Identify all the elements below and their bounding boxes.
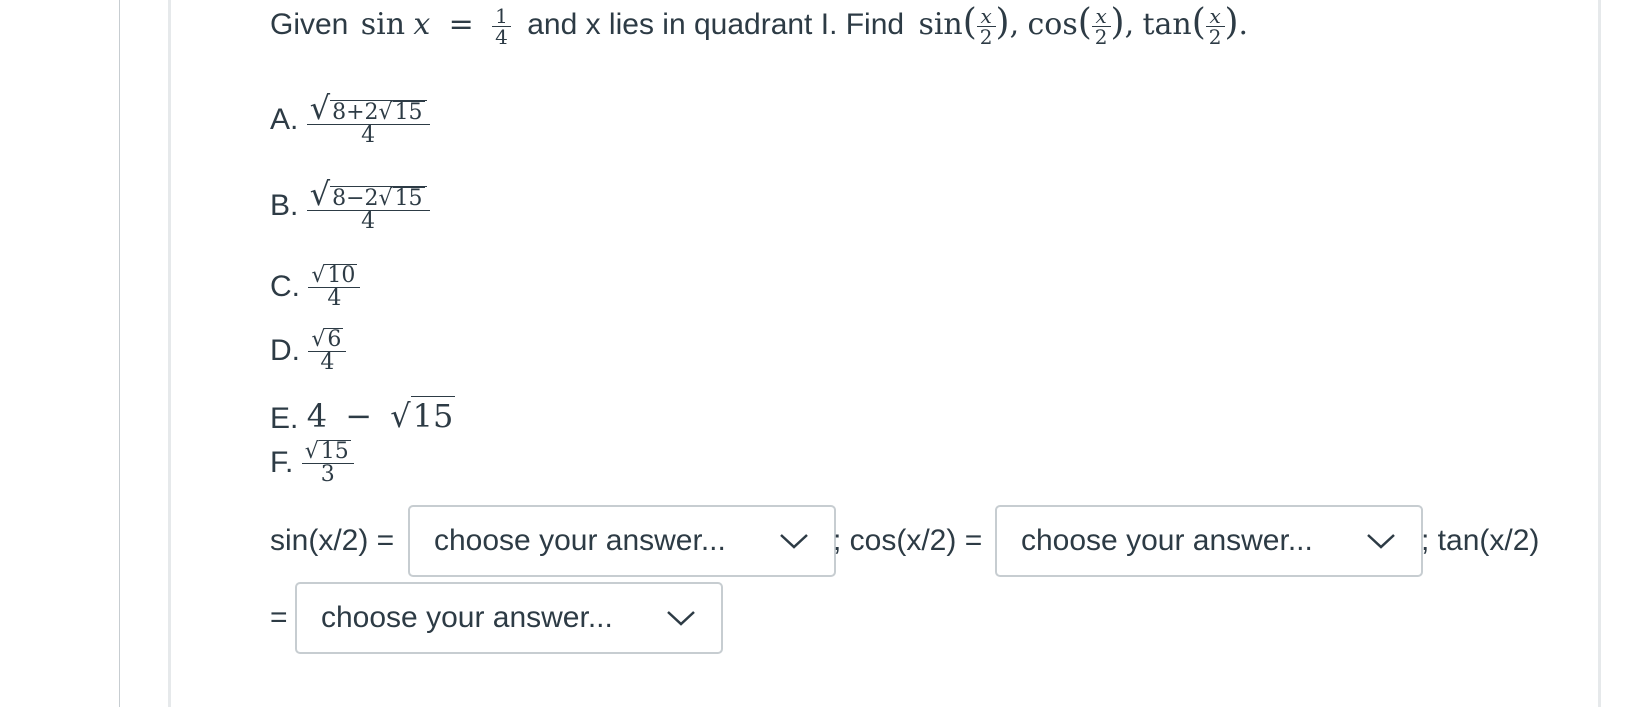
choice-f-expression: √15 3 (301, 440, 354, 486)
tan-half-select-value: choose your answer... (321, 601, 613, 634)
choice-letter: A. (270, 102, 299, 136)
card-right-edge (1598, 0, 1601, 707)
choice-c-expression: √10 4 (308, 264, 361, 310)
given-label: Given (270, 8, 349, 41)
choice-b-expression: √8−2√15 4 (306, 178, 430, 233)
question-middle-text: and x lies in quadrant I. Find (527, 8, 905, 41)
chevron-down-icon (780, 534, 808, 549)
find-cos-label: cos (1027, 7, 1078, 42)
tan-half-select[interactable]: choose your answer... (295, 582, 723, 654)
choice-letter: F. (270, 446, 294, 479)
tan-half-equals: = (270, 601, 288, 634)
choice-a-expression: √8+2√15 4 (306, 92, 430, 147)
left-page-border (119, 0, 120, 707)
choice-letter: B. (270, 188, 299, 222)
chevron-down-icon (1367, 534, 1395, 549)
choice-e: E. 4 − √15 (270, 396, 456, 436)
choice-e-expression: 4 − √15 (306, 396, 456, 435)
x-over-2-fraction: x2 (1205, 6, 1225, 47)
cos-half-label: ; cos(x/2) = (833, 524, 983, 557)
cos-half-select[interactable]: choose your answer... (995, 505, 1423, 577)
choice-letter: D. (270, 334, 300, 367)
choice-a: A. √8+2√15 4 (270, 92, 430, 147)
choice-d: D. √6 4 (270, 328, 347, 374)
x-over-2-fraction: x2 (976, 6, 996, 47)
find-sin-label: sin (918, 7, 963, 42)
choice-letter: C. (270, 270, 300, 303)
choice-f: F. √15 3 (270, 440, 354, 486)
var-x: x (413, 7, 431, 42)
choice-c: C. √10 4 (270, 264, 361, 310)
choice-d-expression: √6 4 (308, 328, 347, 374)
sin-half-label: sin(x/2) = (270, 524, 395, 557)
question-text: Given sin x = 1 4 and x lies in quadrant… (270, 2, 1249, 49)
sin-label: sin (360, 7, 406, 42)
chevron-down-icon (667, 611, 695, 626)
cos-half-select-value: choose your answer... (1021, 524, 1313, 557)
x-over-2-fraction: x2 (1091, 6, 1111, 47)
card-left-edge (168, 0, 171, 707)
tan-half-label: ; tan(x/2) (1421, 524, 1540, 557)
equals-sign: = (448, 7, 474, 42)
find-tan-label: tan (1142, 7, 1192, 42)
choice-b: B. √8−2√15 4 (270, 178, 430, 233)
one-quarter-fraction: 1 4 (492, 6, 511, 47)
sin-half-select[interactable]: choose your answer... (408, 505, 836, 577)
choice-letter: E. (270, 402, 299, 436)
sin-half-select-value: choose your answer... (434, 524, 726, 557)
